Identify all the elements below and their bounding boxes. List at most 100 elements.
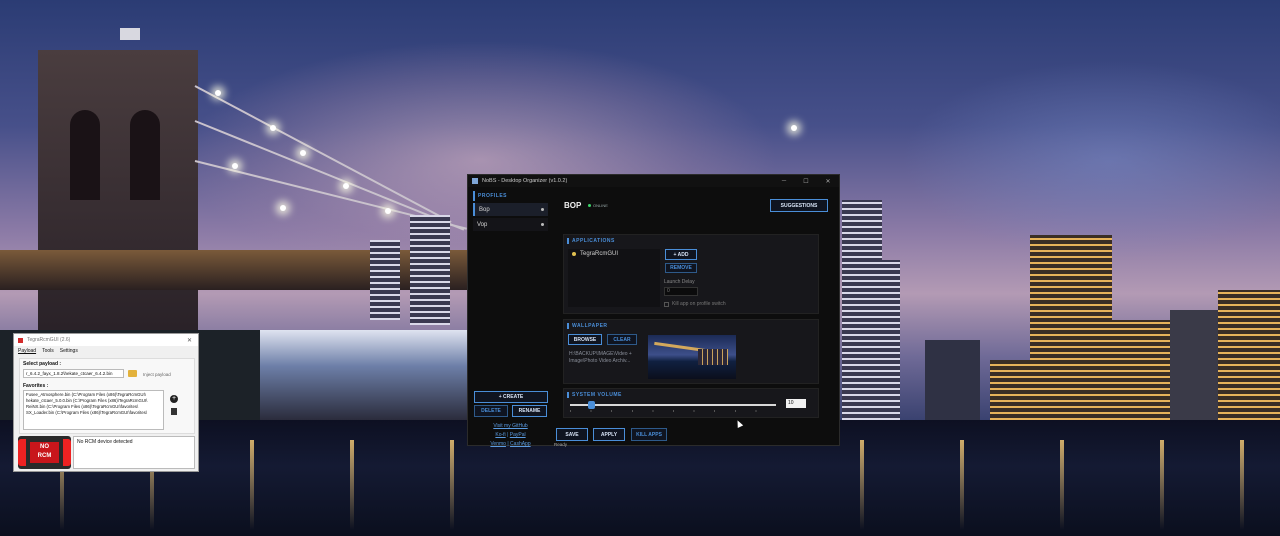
building (1112, 320, 1172, 420)
add-favorite-icon[interactable]: + (170, 395, 178, 403)
building (1030, 235, 1112, 420)
kofi-link[interactable]: Ko-fi (495, 432, 505, 438)
volume-value-input[interactable]: 10 (786, 399, 806, 408)
payload-panel: Select payload : r_6.4.2_fayx_1.8.2\heka… (19, 358, 195, 434)
bridge-light (300, 150, 306, 156)
close-button[interactable]: ✕ (817, 178, 839, 185)
clear-button[interactable]: CLEAR (607, 334, 637, 345)
nobs-window: NoBS - Desktop Organizer (v1.0.2) ─ ☐ ✕ … (467, 174, 840, 447)
profile-label: Vop (477, 221, 488, 228)
bridge-light (343, 183, 349, 189)
suggestions-button[interactable]: SUGGESTIONS (770, 199, 828, 212)
light-reflection (1240, 440, 1244, 530)
venmo-link[interactable]: Venmo (490, 441, 506, 447)
save-button[interactable]: SAVE (556, 428, 588, 441)
joycon-left (18, 439, 26, 466)
browse-button[interactable]: BROWSE (568, 334, 602, 345)
window-title: NoBS - Desktop Organizer (v1.0.2) (482, 178, 568, 184)
list-item[interactable]: TegraRcmGUI (568, 249, 660, 259)
profile-status-dot (541, 223, 544, 226)
wallpaper-path: H:\BACKUP\IMAGE\Video + Image\Photo Vide… (569, 351, 632, 364)
bridge-light (280, 205, 286, 211)
create-profile-button[interactable]: + CREATE (474, 391, 548, 403)
support-links: Visit my GitHub Ko-fi | PayPal Venmo | C… (473, 422, 548, 449)
add-app-button[interactable]: + ADD (665, 249, 697, 260)
checkbox-icon (664, 301, 669, 307)
profile-item-vop[interactable]: Vop (473, 218, 548, 231)
building (842, 200, 882, 420)
paypal-link[interactable]: PayPal (510, 432, 526, 438)
online-status: ONLINE (588, 203, 608, 208)
maximize-button[interactable]: ☐ (795, 178, 817, 185)
cashapp-link[interactable]: CashApp (510, 441, 531, 447)
building (925, 340, 980, 420)
app-icon (18, 337, 23, 343)
launch-delay-input[interactable]: 0 (664, 287, 698, 296)
inject-payload-button[interactable]: Inject payload (143, 372, 171, 377)
github-link[interactable]: Visit my GitHub (493, 423, 527, 429)
menu-tabs: Payload Tools Settings (14, 346, 198, 355)
wallpaper-label: WALLPAPER (567, 323, 608, 329)
apply-button[interactable]: APPLY (593, 428, 625, 441)
profiles-sidebar: PROFILES Bop Vop + CREATE DELETE RENAME … (473, 191, 548, 447)
light-reflection (860, 440, 864, 530)
tab-payload[interactable]: Payload (18, 348, 36, 354)
building (370, 240, 400, 320)
link-separator: | (507, 432, 509, 438)
tab-tools[interactable]: Tools (42, 348, 54, 354)
volume-slider[interactable] (570, 404, 776, 406)
applications-card: APPLICATIONS TegraRcmGUI + ADD REMOVE La… (563, 234, 819, 314)
close-icon[interactable]: ✕ (187, 337, 192, 344)
payload-path-input[interactable]: r_6.4.2_fayx_1.8.2\hekate_ctcaer_6.4.2.b… (23, 369, 124, 378)
building (990, 360, 1030, 420)
tegrarcmgui-window: TegraRcmGUI (2.6) ✕ Payload Tools Settin… (13, 333, 199, 472)
bridge-arch (70, 110, 100, 200)
profile-status-dot (541, 208, 544, 211)
volume-card: SYSTEM VOLUME 10 (563, 388, 819, 418)
bridge-light (385, 208, 391, 214)
tegra-titlebar[interactable]: TegraRcmGUI (2.6) ✕ (14, 334, 198, 346)
bridge-light (270, 125, 276, 131)
light-reflection (1160, 440, 1164, 530)
mouse-cursor-icon (734, 419, 744, 428)
profile-title: BOP (564, 201, 582, 210)
flag (120, 28, 140, 40)
carousel (260, 330, 470, 420)
application-list[interactable]: TegraRcmGUI (568, 249, 660, 307)
light-reflection (250, 440, 254, 530)
volume-slider-handle[interactable] (587, 401, 595, 409)
kill-on-switch-checkbox[interactable]: Kill app on profile switch (664, 301, 726, 307)
wallpaper-thumbnail (648, 335, 736, 379)
building (880, 260, 900, 420)
light-reflection (960, 440, 964, 530)
profiles-label: PROFILES (473, 191, 548, 201)
no-rcm-badge: NO RCM (30, 442, 59, 463)
device-status-text: No RCM device detected (77, 439, 133, 445)
profile-label: Bop (479, 206, 490, 213)
kill-apps-button[interactable]: KILL APPS (631, 428, 667, 441)
delete-profile-button[interactable]: DELETE (474, 405, 508, 417)
rename-profile-button[interactable]: RENAME (512, 405, 547, 417)
building (1218, 290, 1280, 420)
minimize-button[interactable]: ─ (773, 178, 795, 185)
bridge-light (791, 125, 797, 131)
favorites-list[interactable]: Fusee_Atmosphere.bin (C:\Program Files (… (23, 390, 164, 430)
volume-label: SYSTEM VOLUME (567, 392, 622, 398)
device-status-box: No RCM device detected (73, 436, 195, 469)
tab-settings[interactable]: Settings (60, 348, 78, 354)
nobs-titlebar[interactable]: NoBS - Desktop Organizer (v1.0.2) ─ ☐ ✕ (468, 175, 839, 187)
bridge-light (215, 90, 221, 96)
folder-icon[interactable] (128, 370, 137, 377)
status-text: Ready (554, 442, 568, 447)
joycon-right (63, 439, 71, 466)
profile-item-bop[interactable]: Bop (473, 203, 548, 216)
profile-editor: BOP ONLINE SUGGESTIONS APPLICATIONS Tegr… (554, 191, 836, 447)
window-title: TegraRcmGUI (2.6) (27, 337, 71, 343)
launch-delay-label: Launch Delay (664, 279, 695, 285)
building (1170, 310, 1218, 420)
bridge-light (232, 163, 238, 169)
trash-icon[interactable] (171, 408, 177, 415)
list-item[interactable]: SX_Loader.bin (C:\Program Files (x86)\Te… (26, 410, 161, 416)
action-bar: SAVE APPLY KILL APPS (556, 428, 836, 444)
remove-app-button[interactable]: REMOVE (665, 263, 697, 273)
